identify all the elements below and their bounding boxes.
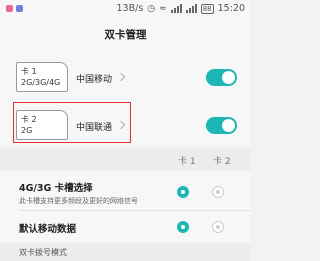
page-title: 双卡管理 <box>0 20 251 50</box>
default-data-sim-2-radio[interactable] <box>212 221 224 233</box>
lte-slot-row: 4G/3G 卡槽选择 此卡槽支持更多频段及更好的网络信号 <box>0 171 251 211</box>
lte-slot-sim-2-radio[interactable] <box>212 186 224 198</box>
pref-title: 默认移动数据 <box>19 224 77 235</box>
highlight-box <box>13 102 131 143</box>
battery-icon: 88 <box>200 3 214 14</box>
sim-network-type: 2G/3G/4G <box>21 78 61 87</box>
sim-row-1[interactable]: 卡 1 2G/3G/4G 中国移动 <box>0 54 251 100</box>
signal-icon <box>185 4 197 13</box>
pref-subtitle: 此卡槽支持更多频段及更好的网络信号 <box>19 197 138 205</box>
network-speed: 13B/s <box>116 3 144 14</box>
lte-slot-sim-1-radio[interactable] <box>177 186 189 198</box>
alarm-icon: ◷ <box>147 3 156 14</box>
clock: 15:20 <box>217 3 245 14</box>
signal-icon <box>170 4 182 13</box>
sim-carrier: 中国移动 <box>76 75 113 85</box>
column-sim-1: 卡 1 <box>178 157 196 167</box>
default-data-row: 默认移动数据 <box>0 211 251 243</box>
status-indicators: 13B/s ◷ ≈ 88 15:20 <box>117 3 245 14</box>
column-sim-2: 卡 2 <box>213 157 231 167</box>
sim-card-icon: 卡 1 2G/3G/4G <box>16 62 68 92</box>
default-data-sim-1-radio[interactable] <box>177 221 189 233</box>
dial-mode-section-label: 双卡拨号模式 <box>0 243 251 261</box>
app-notification-icon <box>6 5 13 12</box>
sim-1-toggle[interactable] <box>206 69 237 86</box>
sim-column-header: 卡 1 卡 2 <box>0 149 251 171</box>
status-bar: 13B/s ◷ ≈ 88 15:20 <box>0 0 251 20</box>
pref-title: 4G/3G 卡槽选择 <box>19 183 93 194</box>
sim-slot-label: 卡 1 <box>21 67 37 76</box>
chevron-right-icon <box>116 72 126 82</box>
app-notification-icon <box>16 5 23 12</box>
sim-2-toggle[interactable] <box>206 117 237 134</box>
notification-icons <box>6 5 23 12</box>
wifi-icon: ≈ <box>159 3 167 14</box>
